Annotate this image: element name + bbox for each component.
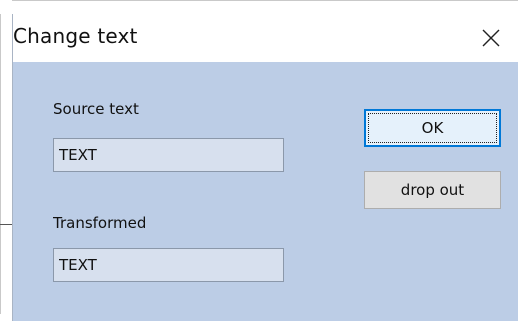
ok-button[interactable]: OK — [364, 109, 501, 147]
source-text-label: Source text — [53, 100, 139, 118]
screen: Change text Source text Transformed OK d… — [0, 0, 518, 321]
close-icon — [482, 29, 500, 47]
drop-out-button[interactable]: drop out — [364, 171, 501, 209]
close-button[interactable] — [479, 26, 503, 50]
drop-out-button-label: drop out — [400, 181, 465, 199]
change-text-dialog: Change text Source text Transformed OK d… — [12, 14, 518, 321]
transformed-text-input[interactable] — [53, 248, 284, 282]
source-text-input[interactable] — [53, 138, 284, 172]
dialog-titlebar[interactable]: Change text — [13, 14, 518, 62]
background-tick — [0, 224, 12, 225]
dialog-title: Change text — [13, 24, 138, 48]
focus-rectangle — [368, 113, 497, 143]
background-line — [12, 0, 518, 1]
background-line — [0, 14, 1, 314]
transformed-text-label: Transformed — [53, 214, 145, 232]
